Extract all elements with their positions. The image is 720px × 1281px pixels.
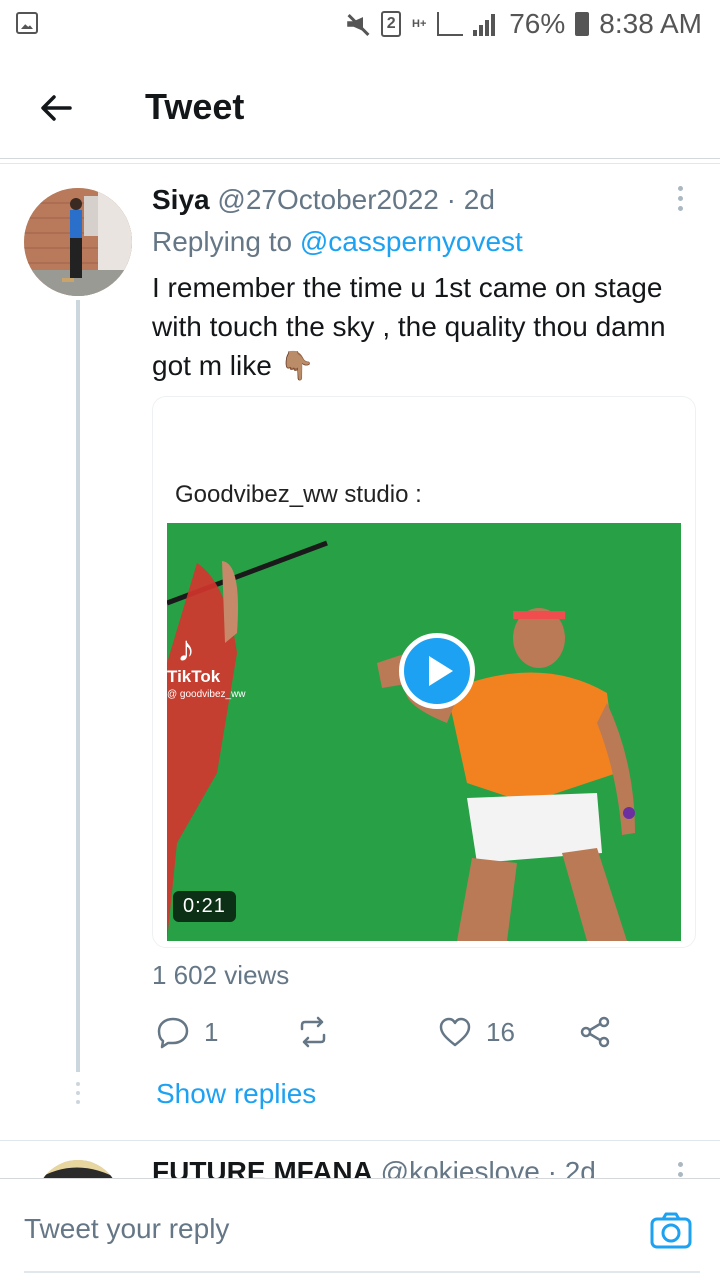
clock: 8:38 AM [599,8,702,39]
network-icon: H+ [412,18,427,30]
show-replies-link[interactable]: Show replies [156,1078,316,1110]
status-bar: 2 H+ 76% 8:38 AM [0,0,720,50]
status-icons: 2 H+ 76% 8:38 AM [345,6,702,42]
app-header: Tweet [0,60,720,156]
reply-button[interactable]: 1 [156,1008,218,1056]
replying-mention[interactable]: @casspernyovest [300,226,523,257]
retweet-icon [300,1016,326,1048]
reply-composer: Tweet your reply [0,1178,720,1281]
reply-icon [157,1017,189,1049]
camera-icon[interactable] [650,1211,692,1249]
thread-line [76,300,80,1072]
replying-to: Replying to @casspernyovest [152,226,523,258]
reply-underline [24,1271,700,1273]
tweet-divider [0,1140,720,1141]
author-name[interactable]: Siya [152,184,210,215]
tweet-age: 2d [463,184,495,215]
arrow-left-icon[interactable] [36,88,76,128]
tiktok-logo-icon: ♪ [177,628,195,669]
tweet-text: I remember the time u 1st came on stage … [152,272,666,381]
signal-empty-icon [437,12,464,36]
tiktok-brand: TikTok [167,667,221,686]
tweet-actions: 1 16 [152,1008,712,1056]
header-divider-secondary [0,163,720,164]
heart-icon [439,1017,471,1047]
separator-dot: · [446,184,456,215]
video-card[interactable]: Goodvibez_ww studio : ♪ TikTok @ goodvib… [152,396,696,948]
replying-prefix: Replying to [152,226,293,257]
share-button[interactable] [578,1008,612,1056]
view-count: 1 602 views [152,960,290,990]
retweet-button[interactable] [296,1008,344,1056]
tweet-header: Siya @27October2022 · 2d [152,184,495,216]
gallery-icon [16,12,38,34]
sim-icon: 2 [381,11,402,37]
battery-icon [575,12,590,36]
battery-percent: 76% [509,8,566,39]
share-icon [580,1016,610,1048]
mute-icon [345,13,371,35]
author-handle[interactable]: @27October2022 [217,184,438,215]
header-divider [0,158,720,159]
like-count: 16 [486,1016,515,1047]
video-caption: Goodvibez_ww studio : [175,481,422,508]
reply-count: 1 [204,1016,219,1047]
play-button[interactable] [399,633,475,709]
page-title: Tweet [145,86,245,127]
video-player[interactable]: ♪ TikTok @ goodvibez_ww 0:21 [167,523,681,941]
tiktok-handle: @ goodvibez_ww [167,689,246,700]
video-frame [167,523,681,941]
tiktok-watermark: ♪ TikTok @ goodvibez_ww [167,628,246,701]
reply-input[interactable]: Tweet your reply [24,1213,229,1245]
video-duration: 0:21 [173,891,236,922]
like-button[interactable]: 16 [438,1008,515,1056]
signal-icon [473,12,499,36]
avatar[interactable] [24,188,132,296]
thread-continuation-dots [74,1082,82,1108]
more-options-icon[interactable] [674,186,686,216]
